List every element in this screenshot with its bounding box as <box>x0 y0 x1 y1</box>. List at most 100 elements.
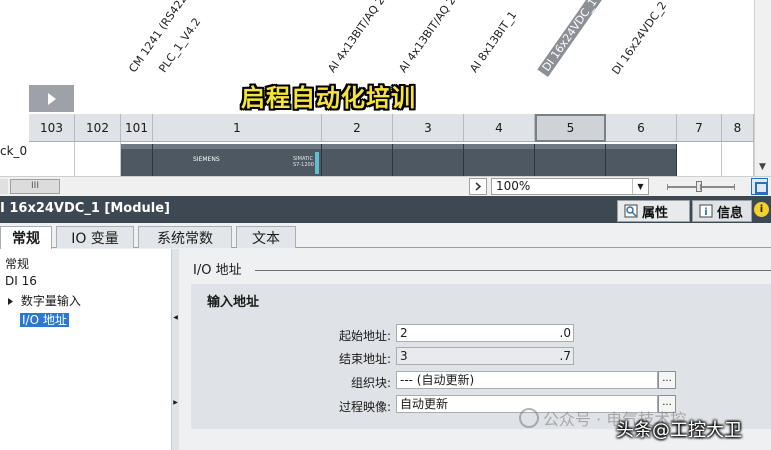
slot-number[interactable]: 4 <box>464 114 535 142</box>
module-label-ai-aq-1[interactable]: AI 4x13BIT/AQ 2x... <box>325 0 397 75</box>
slot-number[interactable]: 8 <box>722 114 754 142</box>
scroll-right-button[interactable] <box>469 178 487 195</box>
end-address-field: 3 .7 <box>396 347 574 365</box>
module-ai-aq-1[interactable] <box>322 144 393 176</box>
tree-item-di16[interactable]: DI 16 <box>5 274 37 288</box>
tree-item-general[interactable]: 常规 <box>5 255 29 272</box>
organization-block-value: --- (自动更新) <box>400 373 475 387</box>
expand-right-icon[interactable]: ▶ <box>172 399 179 406</box>
organization-block-field[interactable]: --- (自动更新) <box>396 371 658 389</box>
tab-system-constants[interactable]: 系统常数 <box>138 226 232 248</box>
tree-item-label: 数字量输入 <box>20 294 81 308</box>
module-label-di-16-1[interactable]: DI 16x24VDC_1 <box>537 0 602 77</box>
module-label-ai-aq-2[interactable]: AI 4x13BIT/AQ 2x... <box>396 0 468 75</box>
view-toolbar: III 100% ▼ <box>0 176 771 196</box>
chevron-right-icon <box>475 182 481 191</box>
process-image-label: 过程映像: <box>338 400 391 414</box>
cpu-brand-label: SIEMENS <box>193 156 220 163</box>
organization-block-browse-button[interactable]: ... <box>658 371 676 389</box>
horizontal-scrollbar-thumb[interactable]: III <box>10 179 60 194</box>
section-title: I/O 地址 <box>193 263 242 278</box>
tree-item-label: DI 16 <box>5 274 37 288</box>
inspector-header: I 16x24VDC_1 [Module] 属性 i 信息 i <box>0 196 771 223</box>
tab-io-tags[interactable]: IO 变量 <box>56 226 134 248</box>
slot-number-selected[interactable]: 5 <box>535 114 606 142</box>
tab-properties-label: 属性 <box>642 205 669 221</box>
navigation-tree: 常规 DI 16 数字量输入 I/O 地址 <box>0 249 172 450</box>
inspector-title: I 16x24VDC_1 [Module] <box>0 201 170 216</box>
slot-number[interactable]: 102 <box>75 114 121 142</box>
slot-number[interactable]: 103 <box>29 114 75 142</box>
end-address-value: 3 <box>400 349 408 363</box>
zoom-value: 100% <box>496 179 531 193</box>
empty-slot[interactable] <box>677 142 722 176</box>
start-address-label: 起始地址: <box>338 329 391 343</box>
empty-slot[interactable] <box>722 142 754 176</box>
zoom-slider[interactable] <box>667 181 735 192</box>
tree-item-label: 常规 <box>5 257 30 271</box>
slot-number[interactable]: 2 <box>322 114 393 142</box>
tab-info[interactable]: i 信息 <box>692 200 752 222</box>
start-address-bit: .0 <box>559 326 571 340</box>
zoom-select[interactable]: 100% ▼ <box>491 178 649 195</box>
diagnostics-icon[interactable]: i <box>754 202 769 217</box>
empty-slot[interactable] <box>75 142 121 176</box>
chevron-down-icon[interactable]: ▼ <box>632 179 648 194</box>
tree-item-label: I/O 地址 <box>19 312 70 328</box>
svg-text:i: i <box>704 207 707 218</box>
rack-scroll-left-button[interactable] <box>29 85 74 112</box>
slot-number[interactable]: 101 <box>121 114 153 142</box>
process-image-value: 自动更新 <box>400 397 449 411</box>
cpu-status-stripe <box>315 152 319 174</box>
group-title: 输入地址 <box>207 295 260 310</box>
fit-to-view-icon[interactable] <box>751 178 768 195</box>
rack-label: ck_0 <box>0 144 28 158</box>
collapse-left-icon[interactable]: ◀ <box>172 314 179 321</box>
slot-number-row: 103 102 101 1 2 3 4 5 6 7 8 <box>0 114 771 142</box>
tia-portal-window: CM 1241 (RS422/4... PLC_1_V4.2 AI 4x13BI… <box>0 0 771 450</box>
empty-slot[interactable] <box>29 142 75 176</box>
module-ai-8x13[interactable] <box>464 144 535 176</box>
tree-item-io-address[interactable]: I/O 地址 <box>19 311 70 328</box>
tab-info-label: 信息 <box>717 205 744 221</box>
zoom-tick <box>667 184 668 190</box>
module-cm1241[interactable] <box>121 144 153 176</box>
properties-icon <box>624 204 638 218</box>
end-address-label: 结束地址: <box>338 352 391 366</box>
tab-texts[interactable]: 文本 <box>236 226 296 248</box>
vertical-scrollbar[interactable]: ▼ <box>754 0 771 176</box>
title-banner: 启程自动化培训 <box>241 84 416 112</box>
slot-number[interactable]: 7 <box>677 114 722 142</box>
wechat-logo-icon <box>519 408 539 428</box>
tree-splitter[interactable]: ◀ ▶ <box>172 249 179 450</box>
zoom-tick <box>734 184 735 190</box>
toutiao-watermark: 头条@工控大卫 <box>616 420 742 441</box>
section-divider <box>255 270 771 271</box>
module-di-16-2[interactable] <box>606 144 677 176</box>
scroll-down-arrow-icon[interactable]: ▼ <box>754 158 771 175</box>
triangle-right-icon <box>47 92 56 105</box>
slot-number[interactable]: 6 <box>606 114 677 142</box>
expand-triangle-icon[interactable] <box>7 297 14 306</box>
zoom-slider-thumb[interactable] <box>696 181 702 192</box>
tab-general[interactable]: 常规 <box>0 226 52 249</box>
end-address-bit: .7 <box>559 349 571 363</box>
sub-tab-bar: 常规 IO 变量 系统常数 文本 <box>0 223 771 249</box>
module-label-ai-8x13[interactable]: AI 8x13BIT_1 <box>467 9 519 75</box>
tree-item-digital-inputs[interactable]: 数字量输入 <box>7 292 81 309</box>
slot-number[interactable]: 3 <box>393 114 464 142</box>
rack-row: ck_0 SIEMENS SIMATIC S7-1200 <box>0 142 771 176</box>
tab-properties[interactable]: 属性 <box>617 200 690 222</box>
zoom-tick <box>700 184 701 190</box>
slot-number[interactable]: 1 <box>153 114 322 142</box>
horizontal-scrollbar-track[interactable] <box>0 179 8 194</box>
start-address-value: 2 <box>400 326 408 340</box>
module-label-di-16-2[interactable]: DI 16x24VDC_2 <box>609 0 669 77</box>
info-icon: i <box>699 204 713 218</box>
module-di-16-1[interactable] <box>535 144 606 176</box>
device-view: CM 1241 (RS422/4... PLC_1_V4.2 AI 4x13BI… <box>0 0 771 196</box>
start-address-field[interactable]: 2 .0 <box>396 324 574 342</box>
module-plc-cpu[interactable]: SIEMENS SIMATIC S7-1200 <box>153 144 322 176</box>
organization-block-label: 组织块: <box>350 376 391 390</box>
module-ai-aq-2[interactable] <box>393 144 464 176</box>
